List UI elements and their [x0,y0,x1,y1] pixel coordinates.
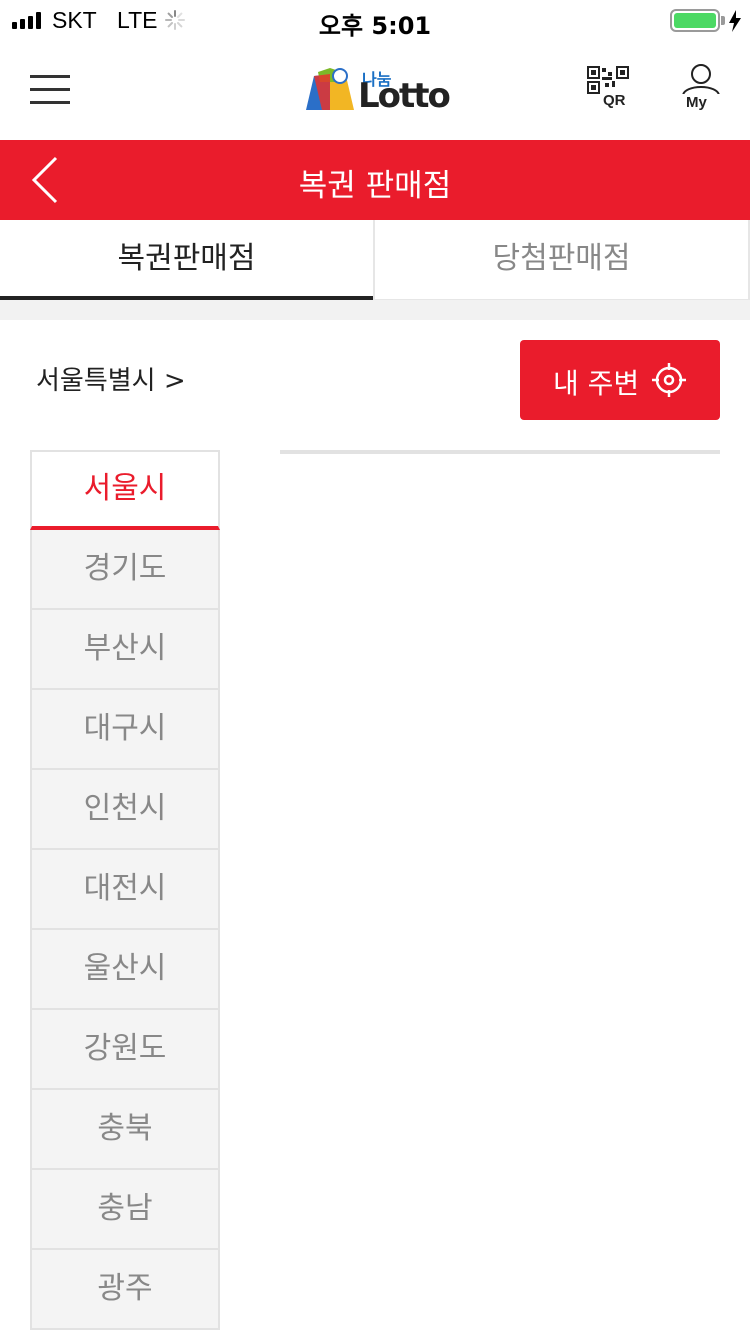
page-title: 복권 판매점 [298,168,452,204]
region-item-gwangju[interactable]: 광주 [30,1250,220,1330]
qr-code-icon [587,66,629,94]
status-bar: SKT LTE 오후 5:01 [0,0,750,40]
tab-lottery-stores[interactable]: 복권판매점 [0,220,373,300]
charging-bolt-icon [729,10,741,32]
my-page-button[interactable]: My [678,64,724,116]
menu-icon[interactable] [30,75,70,105]
store-list-divider [280,450,720,454]
region-item-busan[interactable]: 부산시 [30,610,220,690]
user-icon [682,64,720,94]
region-item-incheon[interactable]: 인천시 [30,770,220,850]
nearby-label: 내 주변 [553,367,640,400]
region-item-gangwon[interactable]: 강원도 [30,1010,220,1090]
logo-ticket-icon [306,68,354,110]
region-item-gyeonggi[interactable]: 경기도 [30,530,220,610]
region-item-ulsan[interactable]: 울산시 [30,930,220,1010]
battery-cap [721,16,725,25]
title-bar: 복권 판매점 [0,140,750,220]
status-time: 오후 5:01 [318,12,432,40]
region-item-seoul[interactable]: 서울시 [30,450,220,530]
location-breadcrumb[interactable]: 서울특별시 > [36,360,186,397]
section-divider [0,300,750,320]
my-label: My [686,94,707,111]
qr-button[interactable]: QR [585,66,635,114]
nearby-button[interactable]: 내 주변 [520,340,720,420]
battery-icon [670,9,720,32]
region-item-chungbuk[interactable]: 충북 [30,1090,220,1170]
logo-text: Lotto [358,76,451,116]
tab-bar: 복권판매점 당첨판매점 [0,220,750,300]
crosshair-icon [652,363,686,397]
tab-winning-stores[interactable]: 당첨판매점 [373,220,750,300]
lotto-logo[interactable]: 나눔 Lotto [300,64,451,116]
region-item-daejeon[interactable]: 대전시 [30,850,220,930]
qr-label: QR [603,92,626,109]
app-header: 나눔 Lotto QR My [0,40,750,140]
region-item-chungnam[interactable]: 충남 [30,1170,220,1250]
region-item-daegu[interactable]: 대구시 [30,690,220,770]
region-list: 서울시 경기도 부산시 대구시 인천시 대전시 울산시 강원도 충북 충남 광주 [30,450,220,1330]
